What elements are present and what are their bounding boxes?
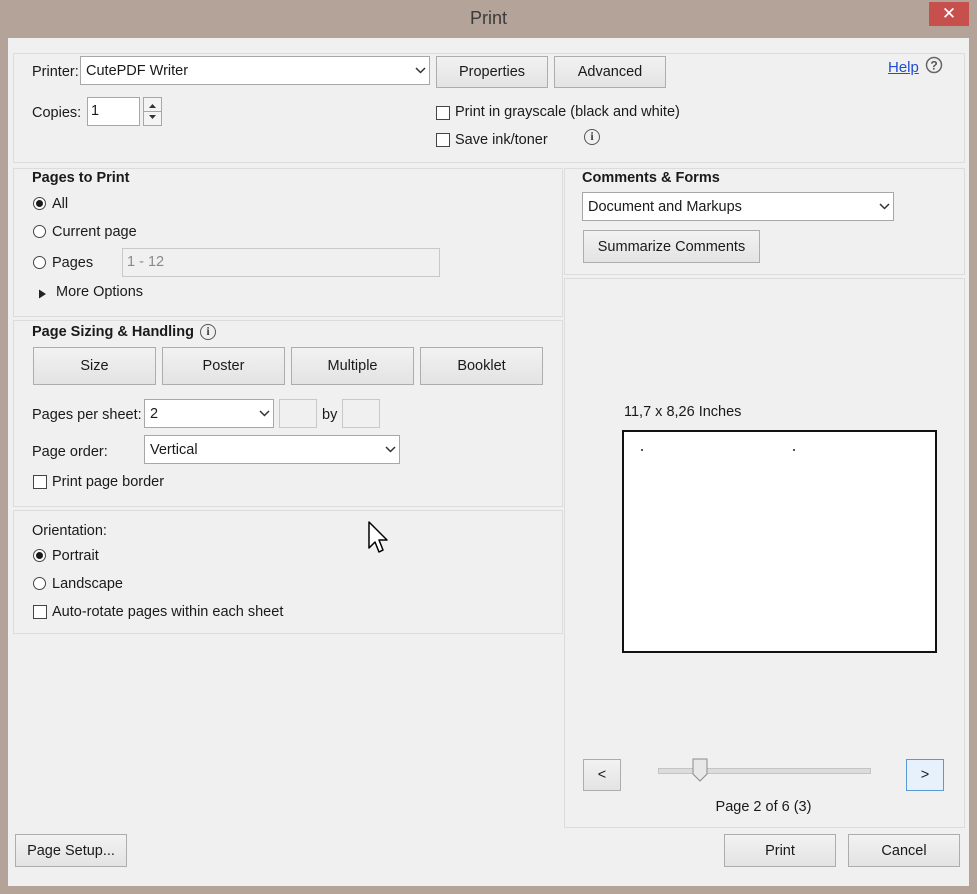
chevron-down-icon	[381, 436, 399, 463]
pages-to-print-heading: Pages to Print	[32, 170, 130, 186]
booklet-tab-button[interactable]: Booklet	[420, 347, 543, 385]
preview-mark	[641, 449, 643, 451]
pages-per-sheet-value: 2	[150, 405, 159, 422]
printer-select-value: CutePDF Writer	[86, 62, 189, 79]
comments-forms-value: Document and Markups	[588, 198, 742, 215]
current-page-radio[interactable]	[33, 225, 46, 238]
auto-rotate-checkbox[interactable]	[33, 605, 47, 619]
size-tab-button[interactable]: Size	[33, 347, 156, 385]
pages-per-sheet-select[interactable]: 2	[144, 399, 274, 428]
orientation-heading: Orientation:	[32, 523, 107, 539]
sizing-info-icon[interactable]: i	[200, 324, 216, 340]
close-button[interactable]: ✕	[929, 2, 969, 26]
page-sizing-heading: Page Sizing & Handling	[32, 324, 194, 340]
landscape-radio[interactable]	[33, 577, 46, 590]
current-page-label: Current page	[52, 224, 137, 240]
grayscale-checkbox[interactable]	[436, 106, 450, 120]
copies-input[interactable]: 1	[87, 97, 140, 126]
portrait-label: Portrait	[52, 548, 99, 564]
poster-tab-button[interactable]: Poster	[162, 347, 285, 385]
print-border-checkbox[interactable]	[33, 475, 47, 489]
pages-per-sheet-cols-input[interactable]	[279, 399, 317, 428]
all-pages-label: All	[52, 196, 69, 212]
triangle-right-icon[interactable]	[38, 287, 47, 303]
advanced-button[interactable]: Advanced	[554, 56, 666, 88]
page-preview	[622, 430, 937, 653]
auto-rotate-label: Auto-rotate pages within each sheet	[52, 604, 284, 620]
printer-select[interactable]: CutePDF Writer	[80, 56, 430, 85]
preview-mark	[793, 449, 795, 451]
chevron-down-icon	[411, 57, 429, 84]
chevron-down-icon	[255, 400, 273, 427]
window-title: Print	[469, 8, 507, 28]
pages-per-sheet-rows-input[interactable]	[342, 399, 380, 428]
pages-range-input[interactable]: 1 - 12	[122, 248, 440, 277]
title-bar: Print ✕	[0, 0, 977, 38]
page-order-select[interactable]: Vertical	[144, 435, 400, 464]
page-slider-thumb[interactable]	[692, 758, 708, 782]
paper-size-label: 11,7 x 8,26 Inches	[624, 404, 742, 420]
page-slider-track[interactable]	[658, 768, 871, 774]
page-setup-button[interactable]: Page Setup...	[15, 834, 127, 867]
landscape-label: Landscape	[52, 576, 123, 592]
cancel-button[interactable]: Cancel	[848, 834, 960, 867]
properties-button[interactable]: Properties	[436, 56, 548, 88]
dialog-client: Printer: CutePDF Writer Properties Advan…	[8, 38, 969, 886]
page-info: Page 2 of 6 (3)	[715, 799, 812, 815]
copies-label: Copies:	[32, 105, 82, 121]
svg-text:?: ?	[930, 59, 937, 73]
portrait-radio[interactable]	[33, 549, 46, 562]
pages-range-label: Pages	[52, 255, 94, 271]
save-ink-checkbox[interactable]	[436, 133, 450, 147]
mouse-cursor-icon	[368, 521, 390, 561]
help-link[interactable]: Help	[888, 59, 919, 76]
copies-value: 1	[91, 103, 100, 119]
pages-per-sheet-label: Pages per sheet:	[32, 407, 142, 423]
question-circle-icon[interactable]: ?	[925, 56, 943, 74]
page-order-value: Vertical	[150, 441, 198, 458]
pages-range-radio[interactable]	[33, 256, 46, 269]
next-page-button[interactable]: >	[906, 759, 944, 791]
comments-forms-heading: Comments & Forms	[582, 170, 720, 186]
page-order-label: Page order:	[32, 444, 108, 460]
grayscale-label: Print in grayscale (black and white)	[455, 104, 680, 120]
pages-range-value: 1 - 12	[127, 254, 165, 270]
all-pages-radio[interactable]	[33, 197, 46, 210]
info-icon[interactable]: i	[584, 129, 600, 145]
printer-label: Printer:	[32, 64, 79, 80]
copies-stepper[interactable]	[143, 97, 162, 126]
summarize-comments-button[interactable]: Summarize Comments	[583, 230, 760, 263]
by-label: by	[322, 407, 338, 423]
comments-forms-select[interactable]: Document and Markups	[582, 192, 894, 221]
save-ink-label: Save ink/toner	[455, 132, 548, 148]
chevron-down-icon	[875, 193, 893, 220]
print-button[interactable]: Print	[724, 834, 836, 867]
multiple-tab-button[interactable]: Multiple	[291, 347, 414, 385]
more-options-toggle[interactable]: More Options	[56, 284, 143, 300]
previous-page-button[interactable]: <	[583, 759, 621, 791]
print-border-label: Print page border	[52, 474, 165, 490]
